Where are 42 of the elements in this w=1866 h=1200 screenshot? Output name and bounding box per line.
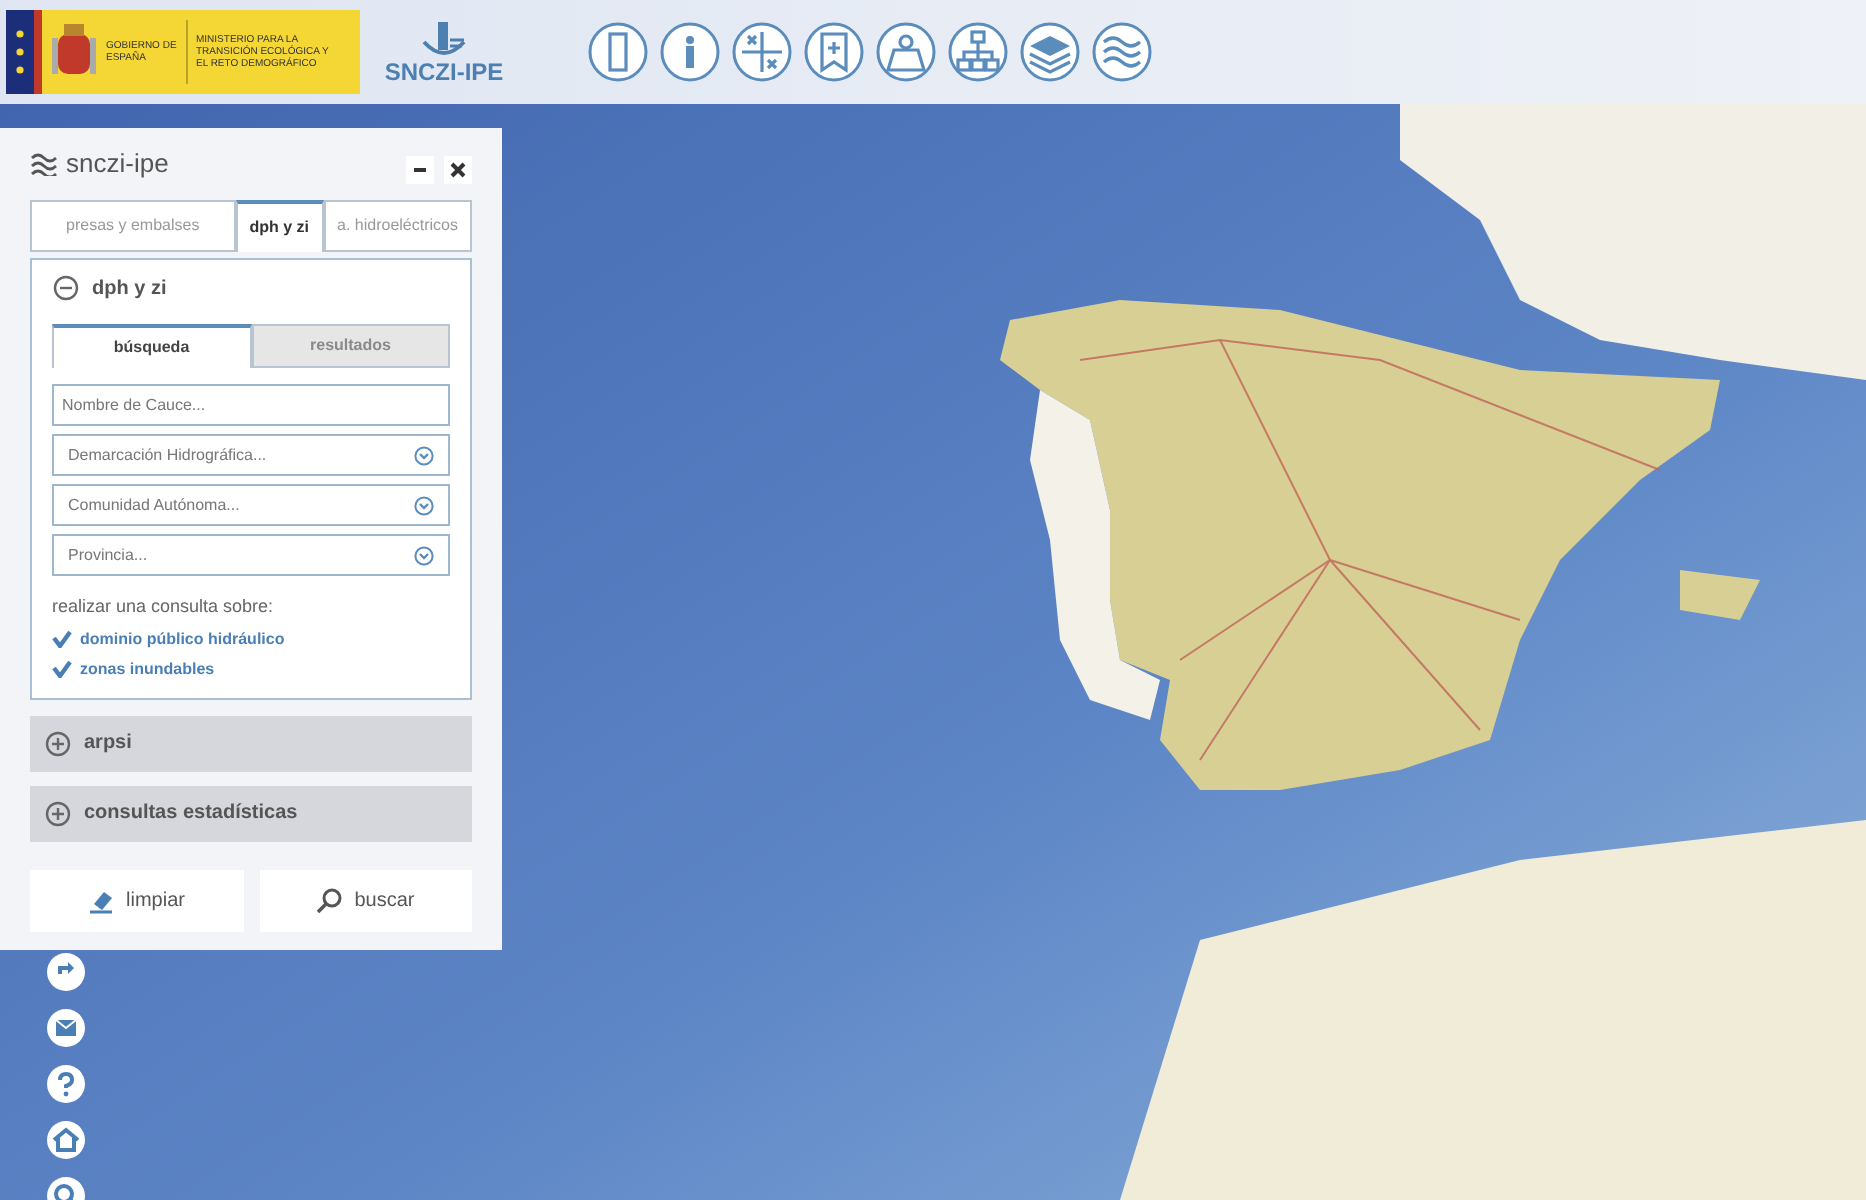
chevron-down-icon [414, 495, 434, 515]
eraser-icon [88, 886, 117, 914]
share-icon[interactable] [46, 952, 86, 992]
home-icon[interactable] [46, 1120, 86, 1160]
text-field[interactable]: Nombre de Cauce... [52, 384, 450, 426]
lighthouse-icon [418, 20, 470, 60]
section-header[interactable]: arpsi [30, 715, 472, 771]
waves-icon[interactable] [1092, 22, 1152, 82]
hierarchy-icon[interactable] [948, 22, 1008, 82]
subtab[interactable]: resultados [251, 324, 450, 368]
section-header[interactable]: dph y zi [52, 260, 167, 316]
waves-icon [30, 152, 58, 176]
minimize-button[interactable] [406, 156, 434, 184]
query-label: realizar una consulta sobre: [52, 594, 276, 620]
dropdown[interactable]: Provincia... [52, 534, 450, 576]
tab[interactable]: presas y embalses [30, 200, 236, 252]
bookmark-icon[interactable] [804, 22, 864, 82]
dropdown[interactable]: Demarcación Hidrográfica... [52, 434, 450, 476]
help-icon[interactable] [46, 1064, 86, 1104]
island-drawing [1680, 570, 1760, 620]
panel-title: snczi-ipe [66, 146, 169, 183]
section-header[interactable]: consultas estadísticas [30, 785, 472, 841]
info-icon[interactable] [660, 22, 720, 82]
minimize-icon [412, 162, 428, 178]
chevron-down-icon [414, 545, 434, 565]
search-button[interactable]: buscar [259, 869, 472, 931]
dropdown[interactable]: Comunidad Autónoma... [52, 484, 450, 526]
clear-button[interactable]: limpiar [30, 869, 243, 931]
close-button[interactable] [444, 156, 472, 184]
close-icon [450, 162, 466, 178]
tab[interactable]: dph y zi [235, 200, 324, 252]
option-link[interactable]: dominio público hidráulico [80, 627, 285, 651]
subtab[interactable]: búsqueda [52, 324, 251, 368]
coordinates-icon[interactable] [732, 22, 792, 82]
chevron-down-icon [414, 445, 434, 465]
search-icon [316, 886, 345, 914]
tab[interactable]: a. hidroeléctricos [323, 200, 472, 252]
layers-icon[interactable] [1020, 22, 1080, 82]
option-link[interactable]: zonas inundables [80, 657, 215, 681]
mail-icon[interactable] [46, 1008, 86, 1048]
ruler-icon[interactable] [588, 22, 648, 82]
app-logo: SNCZI-IPE [384, 60, 504, 84]
